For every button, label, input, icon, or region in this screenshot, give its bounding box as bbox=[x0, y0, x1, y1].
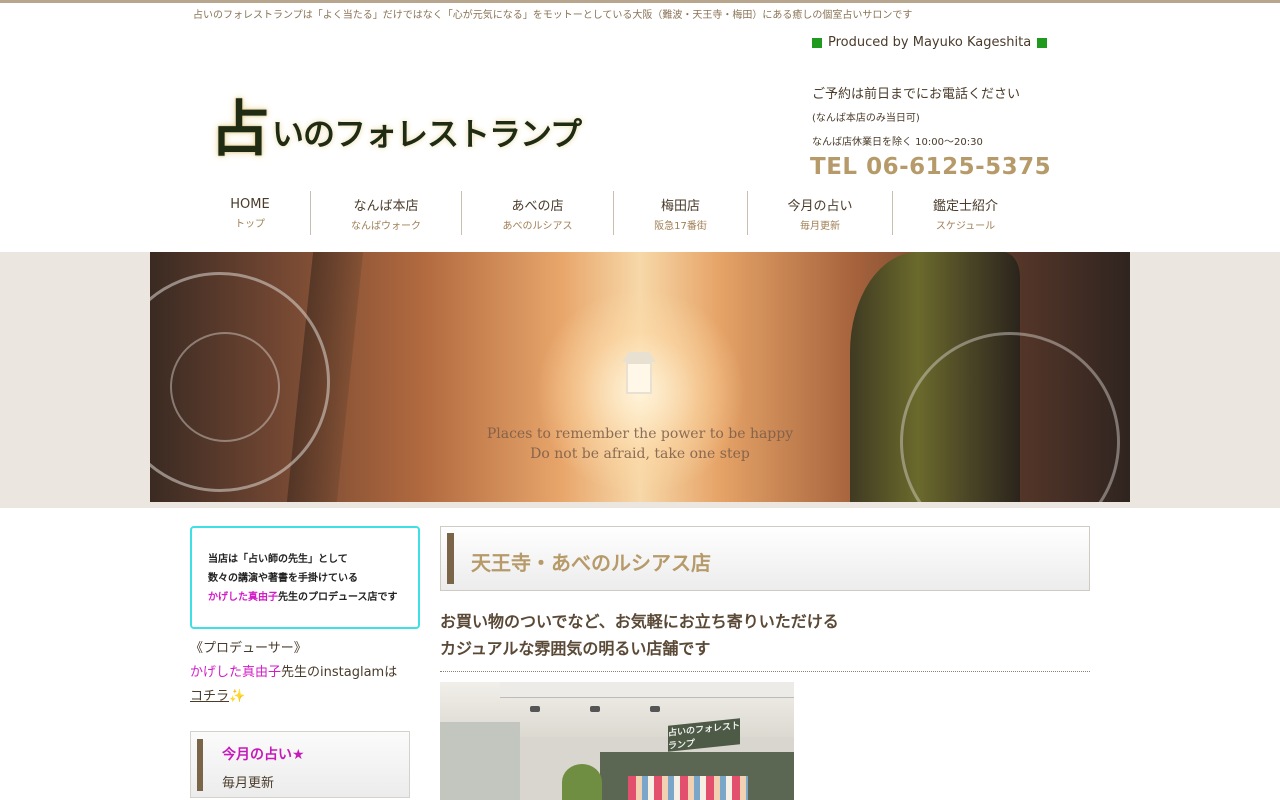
promo-line-3-rest: 先生のプロデュース店です bbox=[278, 592, 398, 603]
promo-line-1: 当店は「占い師の先生」として bbox=[208, 554, 348, 565]
page-title: 天王寺・あべのルシアス店 bbox=[471, 551, 711, 575]
nav-label: なんば本店 bbox=[353, 198, 419, 214]
hero-caption: Places to remember the power to be happy… bbox=[150, 424, 1130, 464]
produced-by: Produced by Mayuko Kageshita bbox=[812, 35, 1048, 50]
promo-line-2: 数々の講演や著書を手掛けている bbox=[208, 573, 358, 584]
logo-mark: 占 bbox=[210, 95, 270, 165]
producer-label: 《プロデューサー》 bbox=[190, 641, 307, 656]
reservation-note: ご予約は前日までにお電話ください bbox=[812, 87, 1021, 102]
nav-label: あべの店 bbox=[511, 198, 564, 214]
business-hours: なんば店休業日を除く 10:00〜20:30 bbox=[812, 137, 983, 148]
intro-line-1: お買い物のついでなど、お気軽にお立ち寄りいただける bbox=[440, 612, 839, 631]
hero-caption-line2: Do not be afraid, take one step bbox=[530, 446, 750, 462]
heading-accent-bar bbox=[447, 533, 454, 584]
top-border bbox=[0, 0, 1280, 3]
site-tagline: 占いのフォレストランプは「よく当たる」だけではなく「心が元気になる」をモットーと… bbox=[193, 10, 913, 21]
nav-item-readers[interactable]: 鑑定士紹介 スケジュール bbox=[893, 191, 1038, 235]
store-photo: 占いのフォレストランプ bbox=[440, 682, 794, 800]
nav-sub-label: スケジュール bbox=[935, 220, 996, 232]
card-accent-bar bbox=[197, 739, 203, 791]
intro-line-2: カジュアルな雰囲気の明るい店舗です bbox=[440, 639, 711, 658]
logo-text: いのフォレストランプ bbox=[272, 115, 582, 153]
main-nav: HOME トップ なんば本店 なんばウォーク あべの店 あべのルシアス 梅田店 … bbox=[190, 191, 1038, 235]
produced-by-text: Produced by Mayuko Kageshita bbox=[828, 35, 1032, 50]
hero-banner: Places to remember the power to be happy… bbox=[150, 252, 1130, 502]
green-square-icon bbox=[812, 37, 822, 48]
nav-label: 今月の占い bbox=[787, 198, 853, 214]
promo-producer-name: かげした真由子 bbox=[208, 592, 278, 603]
nav-label: 梅田店 bbox=[660, 198, 700, 214]
hero-caption-line1: Places to remember the power to be happy bbox=[486, 426, 794, 442]
nav-label: 鑑定士紹介 bbox=[932, 198, 998, 214]
plant-icon bbox=[562, 764, 602, 800]
nav-sub-label: トップ bbox=[235, 218, 265, 230]
nav-label: HOME bbox=[230, 196, 270, 212]
site-logo[interactable]: 占 いのフォレストランプ bbox=[210, 70, 610, 160]
nav-item-namba[interactable]: なんば本店 なんばウォーク bbox=[311, 191, 462, 235]
sparkles-icon: ✨ bbox=[229, 689, 246, 704]
monthly-fortune-title: 今月の占い★ bbox=[222, 747, 305, 763]
producer-link-line: コチラ✨ bbox=[190, 685, 397, 709]
producer-name: かげした真由子 bbox=[190, 665, 282, 680]
instagram-link[interactable]: コチラ bbox=[190, 689, 229, 704]
green-square-icon bbox=[1037, 37, 1048, 48]
producer-instagram-text: 先生のinstaglamは bbox=[281, 665, 398, 680]
store-heading: 天王寺・あべのルシアス店 bbox=[440, 526, 1090, 591]
producer-instagram-line: かげした真由子先生のinstaglamは bbox=[190, 661, 397, 685]
monthly-fortune-card[interactable]: 今月の占い★ 毎月更新 bbox=[190, 731, 410, 798]
monthly-fortune-sub: 毎月更新 bbox=[222, 776, 275, 791]
promo-line-3: かげした真由子先生のプロデュース店です bbox=[208, 588, 402, 607]
nav-item-abeno[interactable]: あべの店 あべのルシアス bbox=[462, 191, 614, 235]
divider bbox=[440, 671, 1090, 672]
nav-sub-label: あべのルシアス bbox=[502, 220, 573, 232]
phone-number[interactable]: TEL 06-6125-5375 bbox=[810, 154, 1051, 180]
store-intro: お買い物のついでなど、お気軽にお立ち寄りいただける カジュアルな雰囲気の明るい店… bbox=[440, 608, 1090, 662]
reservation-sub-note: (なんば本店のみ当日可) bbox=[812, 113, 920, 124]
nav-sub-label: 毎月更新 bbox=[800, 220, 840, 232]
nav-item-home[interactable]: HOME トップ bbox=[190, 191, 311, 235]
producer-promo-banner[interactable]: 当店は「占い師の先生」として 数々の講演や著書を手掛けている かげした真由子先生… bbox=[190, 526, 420, 629]
producer-info: 《プロデューサー》 かげした真由子先生のinstaglamは コチラ✨ bbox=[190, 637, 397, 709]
nav-sub-label: なんばウォーク bbox=[351, 220, 421, 232]
lantern-icon bbox=[622, 352, 656, 396]
nav-sub-label: 阪急17番街 bbox=[654, 220, 707, 232]
nav-item-umeda[interactable]: 梅田店 阪急17番街 bbox=[614, 191, 748, 235]
nav-item-monthly-fortune[interactable]: 今月の占い 毎月更新 bbox=[748, 191, 893, 235]
